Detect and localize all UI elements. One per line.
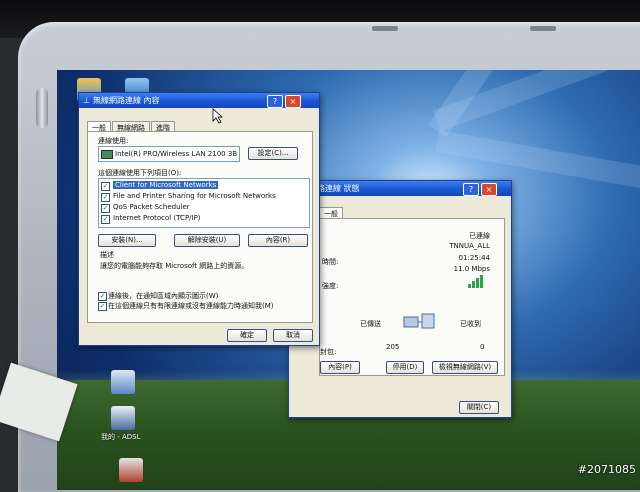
show-icon-label: 連線後，在通知區域內顯示圖示(W) xyxy=(108,292,219,300)
network-connection-icon[interactable] xyxy=(111,406,135,430)
desktop-icon-label: 我的 - ADSL xyxy=(101,433,141,441)
properties-window: ⊥ 無線網路連線 內容 ? × 一般 無線網路 進階 連線使用: Intel(R… xyxy=(78,92,320,346)
components-list[interactable]: ✓ Client for Microsoft Networks ✓ File a… xyxy=(98,178,310,228)
show-icon-checkbox[interactable]: ✓ xyxy=(98,292,107,301)
received-label: 已收到 xyxy=(460,320,481,328)
item-checkbox[interactable]: ✓ xyxy=(101,204,110,213)
duration-value: 01:25:44 xyxy=(458,254,490,262)
ssid-value: TNNUA_ALL xyxy=(449,242,490,250)
status-properties-button[interactable]: 內容(P) xyxy=(320,361,360,374)
watermark: #2071085 xyxy=(577,463,636,476)
network-activity-icon xyxy=(403,313,435,329)
ok-button[interactable]: 確定 xyxy=(227,329,267,342)
status-panel: 已連線 TNNUA_ALL 時間: 01:25:44 11.0 Mbps 強度:… xyxy=(319,218,505,376)
item-checkbox[interactable]: ✓ xyxy=(101,182,110,191)
duration-label: 時間: xyxy=(322,258,339,266)
properties-title: 無線網路連線 內容 xyxy=(92,96,160,105)
status-close-button[interactable]: 關閉(C) xyxy=(459,401,499,414)
list-item[interactable]: Internet Protocol (TCP/IP) xyxy=(113,214,201,222)
desktop-shortcut-icon[interactable] xyxy=(119,458,143,482)
cancel-button[interactable]: 取消 xyxy=(273,329,313,342)
signal-strength-icon xyxy=(468,275,483,288)
help-button[interactable]: ? xyxy=(267,95,283,108)
close-x-button[interactable]: × xyxy=(285,95,301,108)
general-panel: 連線使用: Intel(R) PRO/Wireless LAN 2100 3B … xyxy=(87,131,313,323)
packets-label: 封包: xyxy=(320,348,337,356)
list-item[interactable]: Client for Microsoft Networks xyxy=(113,181,219,189)
bezel-latch xyxy=(530,26,556,31)
bezel-latch xyxy=(372,26,398,31)
signal-label: 強度: xyxy=(322,282,339,290)
speed-value: 11.0 Mbps xyxy=(453,265,490,273)
mouse-cursor-icon xyxy=(212,108,224,124)
properties-titlebar: ⊥ 無線網路連線 內容 xyxy=(79,93,319,108)
notify-checkbox[interactable]: ✓ xyxy=(98,302,107,311)
network-icon: ⊥ xyxy=(83,96,90,105)
list-item[interactable]: QoS Packet Scheduler xyxy=(113,203,190,211)
properties-button[interactable]: 內容(R) xyxy=(248,234,308,247)
list-item[interactable]: File and Printer Sharing for Microsoft N… xyxy=(113,192,276,200)
install-button[interactable]: 安裝(N)... xyxy=(98,234,156,247)
status-window: 無線網路連線 狀態 ? × 一般 已連線 TNNUA_ALL 時間: 01:25… xyxy=(288,180,512,418)
item-checkbox[interactable]: ✓ xyxy=(101,215,110,224)
description-label: 描述 xyxy=(100,251,114,259)
adapter-name: Intel(R) PRO/Wireless LAN 2100 3B xyxy=(115,150,238,158)
sent-label: 已傳送 xyxy=(360,320,381,328)
status-value: 已連線 xyxy=(469,232,490,240)
items-label: 這個連線使用下列項目(O): xyxy=(98,169,182,177)
uninstall-button[interactable]: 解除安裝(U) xyxy=(174,234,240,247)
received-count: 0 xyxy=(480,343,485,351)
view-networks-button[interactable]: 檢視無線網路(V) xyxy=(432,361,498,374)
adapter-field[interactable]: Intel(R) PRO/Wireless LAN 2100 3B xyxy=(98,146,240,162)
bezel-indicator xyxy=(36,88,48,128)
item-checkbox[interactable]: ✓ xyxy=(101,193,110,202)
notify-label: 在這個連線只有有限連線或沒有連線能力時通知我(M) xyxy=(108,302,274,310)
description-text: 讓您的電腦能夠存取 Microsoft 網路上的資源。 xyxy=(100,262,249,270)
close-x-button[interactable]: × xyxy=(481,183,497,196)
connect-using-label: 連線使用: xyxy=(98,137,129,145)
network-card-icon xyxy=(101,150,113,159)
sent-count: 205 xyxy=(386,343,400,351)
disable-button[interactable]: 停用(D) xyxy=(386,361,424,374)
configure-button[interactable]: 設定(C)... xyxy=(248,147,298,160)
help-button[interactable]: ? xyxy=(463,183,479,196)
desktop-shortcut-icon[interactable] xyxy=(111,370,135,394)
